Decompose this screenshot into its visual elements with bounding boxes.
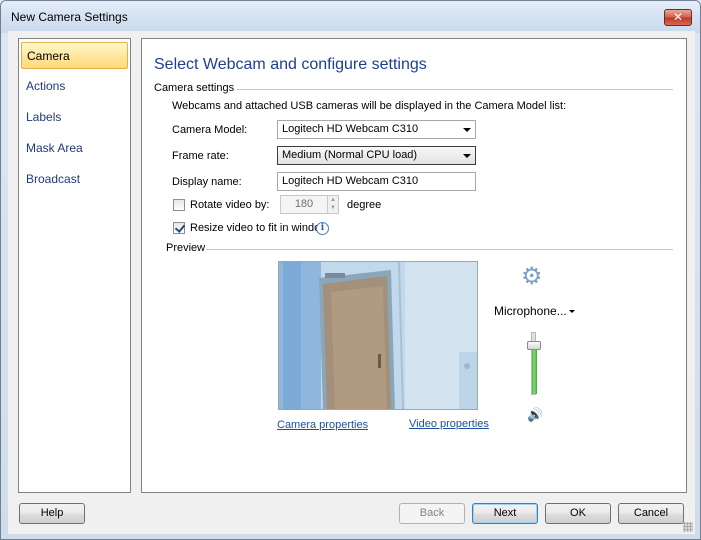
camera-settings-window: New Camera Settings ✕ Camera Actions Lab… <box>0 0 701 540</box>
rotate-video-label: Rotate video by: <box>190 199 270 211</box>
sidebar-item-labels[interactable]: Labels <box>21 104 128 131</box>
group-divider <box>206 249 673 250</box>
sidebar: Camera Actions Labels Mask Area Broadcas… <box>18 38 131 493</box>
chevron-down-icon <box>463 154 471 158</box>
help-button[interactable]: Help <box>19 503 85 524</box>
chevron-down-icon[interactable] <box>569 310 575 313</box>
resize-video-label: Resize video to fit in window <box>190 222 329 234</box>
display-name-label: Display name: <box>172 176 242 188</box>
camera-preview-image <box>278 261 478 410</box>
settings-panel: Select Webcam and configure settings Cam… <box>141 38 687 493</box>
rotate-degree-stepper[interactable]: 180 <box>280 195 328 214</box>
speaker-icon[interactable]: 🔊 <box>527 407 543 423</box>
rotate-stepper-buttons[interactable]: ▲ ▼ <box>327 195 339 214</box>
sidebar-item-actions[interactable]: Actions <box>21 73 128 100</box>
rotate-unit-label: degree <box>347 199 382 211</box>
preview-group-label: Preview <box>166 242 206 254</box>
camera-model-value: Logitech HD Webcam C310 <box>282 123 419 135</box>
display-name-value: Logitech HD Webcam C310 <box>282 175 419 187</box>
volume-slider-fill <box>532 345 537 394</box>
rotate-video-checkbox[interactable] <box>173 199 185 211</box>
display-name-input[interactable]: Logitech HD Webcam C310 <box>277 172 476 191</box>
camera-list-description: Webcams and attached USB cameras will be… <box>172 100 567 112</box>
cancel-button[interactable]: Cancel <box>618 503 684 524</box>
volume-slider-thumb[interactable] <box>527 341 541 350</box>
resize-video-checkbox[interactable] <box>173 222 185 234</box>
sidebar-item-mask-area[interactable]: Mask Area <box>21 135 128 162</box>
frame-rate-label: Frame rate: <box>172 150 229 162</box>
window-title: New Camera Settings <box>11 10 128 24</box>
video-properties-link[interactable]: Video properties <box>409 418 489 430</box>
frame-rate-dropdown[interactable]: Medium (Normal CPU load) <box>277 146 476 165</box>
next-button[interactable]: Next <box>472 503 538 524</box>
sidebar-item-label: Broadcast <box>26 172 81 186</box>
sidebar-item-label: Camera <box>27 49 70 63</box>
rotate-degree-value: 180 <box>294 198 314 210</box>
sidebar-item-label: Actions <box>26 79 66 93</box>
info-icon[interactable]: i <box>316 222 329 235</box>
close-icon: ✕ <box>672 10 684 24</box>
ok-button[interactable]: OK <box>545 503 611 524</box>
page-title: Select Webcam and configure settings <box>154 56 427 73</box>
resize-grip[interactable] <box>683 522 693 532</box>
microphone-dropdown[interactable]: Microphone... <box>494 304 567 318</box>
chevron-down-icon <box>463 128 471 132</box>
sidebar-item-label: Mask Area <box>26 141 83 155</box>
dialog-client-area: Camera Actions Labels Mask Area Broadcas… <box>8 31 695 534</box>
sidebar-item-label: Labels <box>26 110 62 124</box>
chevron-up-icon[interactable]: ▲ <box>328 196 338 204</box>
back-button[interactable]: Back <box>399 503 465 524</box>
camera-preview-scene <box>279 262 477 409</box>
camera-model-label: Camera Model: <box>172 124 248 136</box>
sidebar-item-camera[interactable]: Camera <box>21 42 128 69</box>
close-button[interactable]: ✕ <box>664 9 692 26</box>
title-bar[interactable]: New Camera Settings ✕ <box>1 1 700 33</box>
sidebar-item-broadcast[interactable]: Broadcast <box>21 166 128 193</box>
chevron-down-icon[interactable]: ▼ <box>328 204 338 212</box>
gear-icon[interactable]: ⚙ <box>521 265 543 289</box>
group-divider <box>237 89 673 90</box>
camera-properties-link[interactable]: Camera properties <box>277 419 368 431</box>
frame-rate-value: Medium (Normal CPU load) <box>282 149 418 161</box>
camera-settings-group-label: Camera settings <box>154 82 235 94</box>
camera-model-dropdown[interactable]: Logitech HD Webcam C310 <box>277 120 476 139</box>
